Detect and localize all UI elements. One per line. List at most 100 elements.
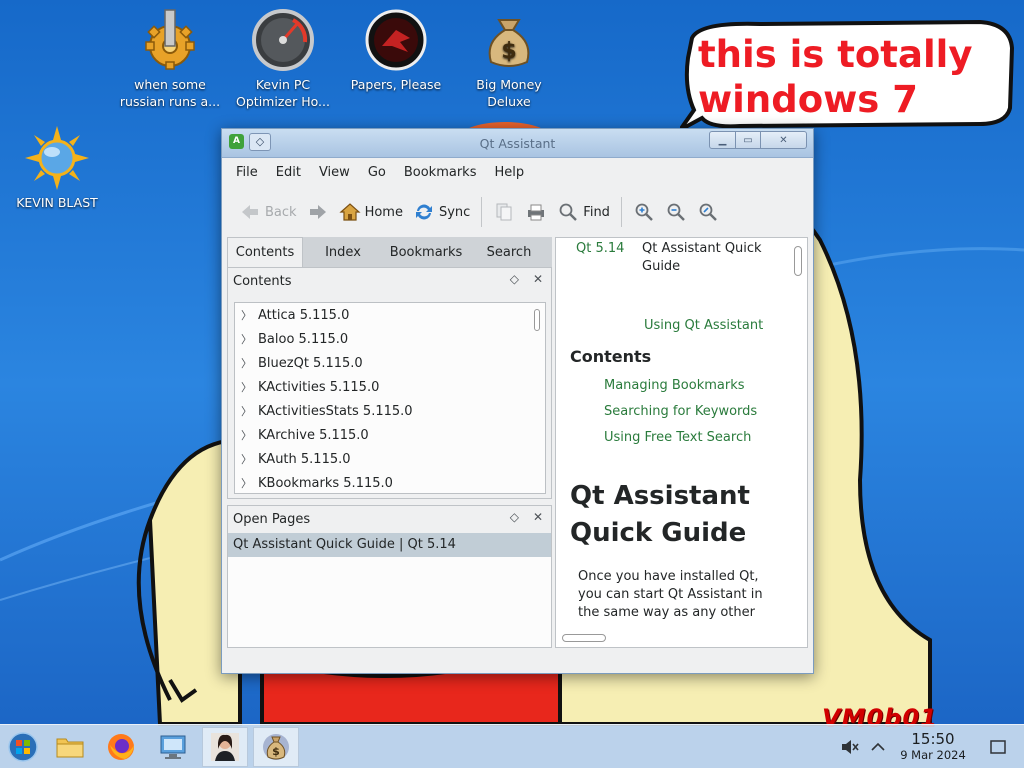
show-desktop-icon[interactable] <box>987 736 1009 758</box>
taskbar: $ 15:50 9 Mar 2024 <box>0 724 1024 768</box>
gear-cog-icon <box>138 8 202 72</box>
toolbar-separator <box>620 197 622 227</box>
tree-item[interactable]: 〉 Baloo 5.115.0 <box>235 327 545 351</box>
menu-help[interactable]: Help <box>485 161 533 187</box>
tree-item[interactable]: 〉 KActivities 5.115.0 <box>235 375 545 399</box>
next-page-link[interactable]: Using Qt Assistant <box>644 318 763 333</box>
qt-assistant-window: A ◇ Qt Assistant ▁ ▭ ✕ File Edit View Go… <box>221 128 814 674</box>
tree-item[interactable]: 〉 KArchive 5.115.0 <box>235 423 545 447</box>
desktop-icon-russian-runs[interactable]: when some russian runs a... <box>115 8 225 110</box>
taskbar-qt-assistant[interactable]: $ <box>253 727 299 767</box>
magnifier-icon <box>559 203 578 221</box>
tree-item[interactable]: 〉 KActivitiesStats 5.115.0 <box>235 399 545 423</box>
tree-item[interactable]: 〉 BluezQt 5.115.0 <box>235 351 545 375</box>
print-button[interactable] <box>520 197 552 227</box>
tree-item-label: BluezQt 5.115.0 <box>258 355 363 371</box>
clock-time: 15:50 <box>911 730 955 748</box>
menu-view[interactable]: View <box>310 161 359 187</box>
doc-title: Qt Assistant Quick Guide <box>570 478 780 552</box>
menu-bookmarks[interactable]: Bookmarks <box>395 161 486 187</box>
open-pages-dock-titlebar[interactable]: Open Pages ◇ ✕ <box>228 506 551 533</box>
tree-item[interactable]: 〉 KAuth 5.115.0 <box>235 447 545 471</box>
menu-edit[interactable]: Edit <box>267 161 310 187</box>
chevron-right-icon[interactable]: 〉 <box>241 451 258 467</box>
scrollbar-handle[interactable] <box>562 634 606 642</box>
taskbar-system-settings[interactable] <box>150 727 196 767</box>
forward-button[interactable] <box>302 197 334 227</box>
zoom-out-button[interactable] <box>660 197 692 227</box>
chevron-right-icon[interactable]: 〉 <box>241 427 258 443</box>
contents-dock-title: Contents <box>233 274 292 289</box>
toc-link[interactable]: Managing Bookmarks <box>604 378 757 404</box>
printer-icon <box>528 204 545 221</box>
start-button[interactable] <box>0 727 46 767</box>
sync-icon <box>415 204 432 220</box>
chevron-right-icon[interactable]: 〉 <box>241 475 258 491</box>
sync-button[interactable]: Sync <box>408 197 475 227</box>
close-dock-icon[interactable]: ✕ <box>533 272 543 286</box>
copy-button[interactable] <box>488 197 520 227</box>
toc-link[interactable]: Searching for Keywords <box>604 404 757 430</box>
desktop-icon-label: Deluxe <box>487 94 531 109</box>
money-bag-icon: $ <box>263 734 289 760</box>
desktop-icon-label: KEVIN BLAST <box>16 195 98 210</box>
minimize-button[interactable]: ▁ <box>709 131 736 149</box>
chevron-right-icon[interactable]: 〉 <box>241 379 258 395</box>
back-button[interactable]: Back <box>234 197 302 227</box>
tree-item[interactable]: 〉 KBookmarks 5.115.0 <box>235 471 545 493</box>
maximize-button[interactable]: ▭ <box>736 131 761 149</box>
open-page-item[interactable]: Qt Assistant Quick Guide | Qt 5.14 <box>228 533 551 557</box>
tree-item-label: KActivitiesStats 5.115.0 <box>258 403 413 419</box>
tree-scrollbar[interactable] <box>534 309 540 331</box>
tab-index[interactable]: Index <box>303 237 383 267</box>
float-dock-icon[interactable]: ◇ <box>510 272 519 286</box>
speaker-muted-icon[interactable] <box>839 736 861 758</box>
float-dock-icon[interactable]: ◇ <box>510 510 519 524</box>
menu-go[interactable]: Go <box>359 161 395 187</box>
clock[interactable]: 15:50 9 Mar 2024 <box>891 730 975 763</box>
find-button[interactable]: Find <box>552 197 615 227</box>
chevron-up-icon[interactable] <box>867 736 889 758</box>
tree-item-label: KBookmarks 5.115.0 <box>258 475 393 491</box>
tree-item-label: KArchive 5.115.0 <box>258 427 369 443</box>
taskbar-firefox[interactable] <box>98 727 144 767</box>
tab-search[interactable]: Search <box>469 237 549 267</box>
zoom-in-button[interactable] <box>628 197 660 227</box>
desktop-icon-label: Optimizer Ho... <box>236 94 330 109</box>
folder-icon <box>56 738 84 758</box>
tree-item-label: KAuth 5.115.0 <box>258 451 351 467</box>
document-horizontal-scrollbar[interactable] <box>556 630 792 647</box>
tree-item[interactable]: 〉 Attica 5.115.0 <box>235 303 545 327</box>
svg-text:$: $ <box>272 745 280 758</box>
breadcrumb-page-line: Qt Assistant Quick <box>642 241 762 256</box>
doc-title-line: Qt Assistant <box>570 481 750 511</box>
chevron-right-icon[interactable]: 〉 <box>241 355 258 371</box>
desktop-icon-kevin-pc-optimizer[interactable]: Kevin PC Optimizer Ho... <box>228 8 338 110</box>
zoom-in-icon <box>635 203 653 221</box>
home-icon <box>338 203 361 221</box>
close-button[interactable]: ✕ <box>761 131 807 149</box>
contents-dock-titlebar[interactable]: Contents ◇ ✕ <box>228 268 551 294</box>
tab-bookmarks[interactable]: Bookmarks <box>383 237 469 267</box>
chevron-right-icon[interactable]: 〉 <box>241 403 258 419</box>
tab-contents[interactable]: Contents <box>227 237 303 267</box>
desktop-icon-big-money-deluxe[interactable]: $ Big Money Deluxe <box>454 8 564 110</box>
chevron-right-icon[interactable]: 〉 <box>241 331 258 347</box>
close-dock-icon[interactable]: ✕ <box>533 510 543 524</box>
desktop-icon-papers-please[interactable]: Papers, Please <box>341 8 451 93</box>
desktop-icon-kevin-blast[interactable]: KEVIN BLAST <box>2 126 112 211</box>
taskbar-photo-app[interactable] <box>202 727 248 767</box>
window-titlebar[interactable]: A ◇ Qt Assistant ▁ ▭ ✕ <box>222 129 813 158</box>
scrollbar-handle[interactable] <box>794 246 802 276</box>
breadcrumb-page: Qt Assistant Quick Guide <box>642 240 782 276</box>
chevron-right-icon[interactable]: 〉 <box>241 307 258 323</box>
document-vertical-scrollbar[interactable] <box>790 238 807 630</box>
doc-title-line: Quick Guide <box>570 518 747 548</box>
desktop-icon-label: russian runs a... <box>119 94 221 109</box>
taskbar-file-manager[interactable] <box>47 727 93 767</box>
zoom-reset-button[interactable] <box>692 197 724 227</box>
toc-link[interactable]: Using Free Text Search <box>604 430 757 456</box>
home-button[interactable]: Home <box>334 197 408 227</box>
breadcrumb-version-link[interactable]: Qt 5.14 <box>576 240 642 276</box>
menu-file[interactable]: File <box>227 161 267 187</box>
